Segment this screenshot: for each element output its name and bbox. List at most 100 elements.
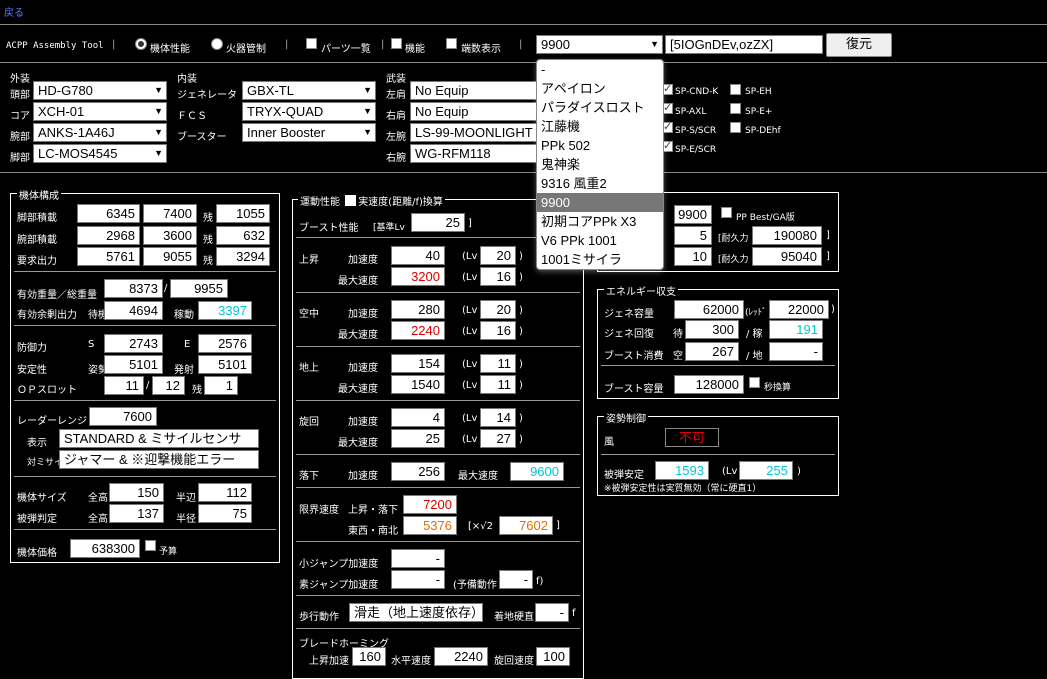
rp: ) — [519, 251, 523, 262]
opt-cb[interactable] — [730, 103, 741, 114]
cb-parts[interactable] — [306, 38, 317, 49]
weapons-label: 武装 — [386, 74, 406, 85]
dur-label: [耐久力 — [718, 234, 749, 244]
full-height-label: 全高 — [88, 493, 108, 504]
dropdown-option[interactable]: 1001ミサイラ — [537, 250, 663, 269]
small-jump-label: 小ジャンプ加速度 — [299, 559, 379, 570]
pp-cb[interactable] — [721, 207, 732, 218]
dropdown-option[interactable]: 9316 風重2 — [537, 174, 663, 193]
turn-max-lv: 27 — [480, 429, 516, 448]
air-max: 2240 — [391, 321, 445, 340]
radio-perf[interactable] — [135, 38, 147, 50]
opt-label: SP-CND-K — [675, 87, 719, 97]
lv-label: (Lv — [462, 434, 478, 445]
spare-unit: f) — [536, 576, 544, 587]
left-shoulder-select[interactable]: No Equip — [410, 81, 538, 100]
radio-perf-label: 機体性能 — [150, 44, 190, 55]
dropdown-option[interactable]: 鬼神楽 — [537, 155, 663, 174]
dur-label: [耐久力 — [718, 255, 749, 265]
core-select[interactable]: XCH-01 ▼ — [33, 102, 167, 121]
dropdown-option[interactable]: PPk 502 — [537, 136, 663, 155]
surplus-active: 3397 — [198, 301, 252, 320]
dropdown-option[interactable]: 初期コアPPk X3 — [537, 212, 663, 231]
pp-value: 9900 — [674, 205, 712, 224]
fcs-select[interactable]: TRYX-QUAD ▼ — [242, 102, 376, 121]
active-label: 稼動 — [174, 310, 194, 321]
arm-load-rem: 632 — [216, 226, 270, 245]
restore-button[interactable]: 復元 — [826, 33, 892, 57]
durability-1: 190080 — [752, 226, 822, 245]
op-max: 12 — [152, 376, 185, 395]
budget-select[interactable]: 9900 ▼ — [536, 35, 663, 54]
gen-label: ジェネレータ — [177, 90, 237, 101]
air-label: 空 — [673, 351, 683, 362]
left-arm-select[interactable]: LS-99-MOONLIGHT — [410, 123, 538, 142]
right-shoulder-select[interactable]: No Equip — [410, 102, 538, 121]
durability-2: 95040 — [752, 247, 822, 266]
budget-cb[interactable] — [145, 540, 156, 551]
land: - — [535, 603, 569, 622]
size-full: 150 — [109, 483, 164, 502]
opt-label: SP-AXL — [675, 107, 707, 117]
sec-cb[interactable] — [749, 377, 760, 388]
exterior-label: 外装 — [10, 74, 30, 85]
blade-turn: 100 — [536, 647, 570, 666]
stability-label: 安定性 — [17, 365, 47, 376]
fcs-label: ＦＣＳ — [177, 111, 207, 122]
dropdown-option[interactable]: - — [537, 60, 663, 79]
dropdown-option[interactable]: 江藤機 — [537, 117, 663, 136]
limit-updown-label: 上昇・落下 — [348, 505, 398, 516]
cb-func[interactable] — [391, 38, 402, 49]
surplus-label: 有効余剰出力 — [17, 310, 77, 321]
radio-fcs[interactable] — [211, 38, 223, 50]
leg-load-rem: 1055 — [216, 204, 270, 223]
limit-sqrt: 7602 — [499, 516, 553, 535]
leg-load-label: 脚部積載 — [17, 213, 57, 224]
hit-stab-lv: 255 — [739, 461, 793, 480]
power: 5761 — [77, 247, 140, 266]
back-link[interactable]: 戻る — [4, 4, 24, 19]
up-label: 上昇 — [299, 255, 319, 266]
right-arm-select[interactable]: WG-RFM118 — [410, 144, 538, 163]
red-label: (ﾚｯﾄﾞ — [745, 308, 767, 318]
booster-select[interactable]: Inner Booster ▼ — [242, 123, 376, 142]
cb-decimal[interactable] — [446, 38, 457, 49]
close-bracket: ] — [826, 230, 830, 241]
energy-legend: エネルギー収支 — [604, 283, 678, 298]
budget-dropdown[interactable]: - アペイロン パラダイスロスト 江藤機 PPk 502 鬼神楽 9316 風重… — [536, 59, 664, 270]
def-s: 2743 — [104, 334, 163, 353]
left-shoulder-label: 左肩 — [386, 90, 406, 101]
opt-cb[interactable] — [730, 84, 741, 95]
lv-label: (Lv — [462, 305, 478, 316]
arms-select[interactable]: ANKS-1A46J ▼ — [33, 123, 167, 142]
surplus-standby: 4694 — [104, 301, 163, 320]
lv-label: (Lv — [722, 466, 738, 477]
divider: | — [381, 39, 385, 50]
head-label: 頭部 — [10, 90, 30, 101]
rp: ) — [519, 434, 523, 445]
power-max: 9055 — [143, 247, 197, 266]
dropdown-option[interactable]: V6 PPk 1001 — [537, 231, 663, 250]
head-select[interactable]: HD-G780 ▼ — [33, 81, 167, 100]
boost-cap-label: ブースト容量 — [604, 384, 664, 395]
code-input[interactable]: [5IOGnDEv,ozZX] — [665, 35, 823, 54]
blade-turn-label: 旋回速度 — [494, 656, 534, 667]
generator-select[interactable]: GBX-TL ▼ — [242, 81, 376, 100]
boost-label: ブースト性能 — [299, 223, 359, 234]
active-label: / 稼 — [746, 329, 763, 340]
limit-label: 限界速度 — [299, 505, 339, 516]
size-half: 112 — [198, 483, 252, 502]
real-speed-cb[interactable] — [345, 195, 357, 206]
frame-legend: 機体構成 — [17, 187, 61, 202]
cb-func-label: 機能 — [405, 44, 425, 55]
opt-cb[interactable] — [730, 122, 741, 133]
divider: | — [285, 39, 289, 50]
opt-label: SP-S/SCR — [675, 126, 717, 136]
dropdown-option[interactable]: パラダイスロスト — [537, 98, 663, 117]
spare: - — [499, 570, 533, 589]
power-label: 要求出力 — [17, 256, 57, 267]
dropdown-option[interactable]: アペイロン — [537, 79, 663, 98]
dropdown-option-selected[interactable]: 9900 — [537, 193, 663, 212]
legs-select[interactable]: LC-MOS4545 ▼ — [33, 144, 167, 163]
booster-label: ブースター — [177, 132, 227, 143]
